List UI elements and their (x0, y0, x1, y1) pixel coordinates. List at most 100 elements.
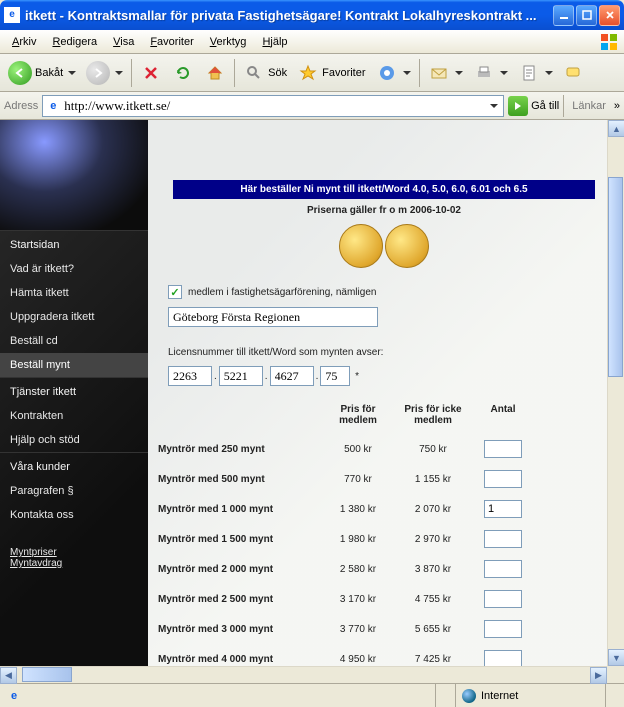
member-checkbox-label: medlem i fastighetsägarförening, nämlige… (188, 287, 376, 298)
price-date-label: Priserna gäller fr o m 2006-10-02 (158, 199, 607, 222)
go-arrow-icon (508, 96, 528, 116)
home-icon (204, 62, 226, 84)
toolbar: Bakåt Sök Favoriter (0, 54, 624, 92)
edit-button[interactable] (514, 60, 557, 86)
nav-item[interactable]: Paragrafen § (0, 479, 148, 503)
nav-head[interactable]: Våra kunder (0, 453, 148, 479)
chevron-down-icon (115, 71, 123, 75)
nav-item[interactable]: Kontrakten (0, 404, 148, 428)
license-part-1[interactable] (168, 366, 212, 386)
nav-item[interactable]: Kontakta oss (0, 503, 148, 527)
quantity-input[interactable] (484, 440, 522, 458)
menu-arkiv[interactable]: Arkiv (4, 33, 44, 51)
nav-item[interactable]: Hjälp och stöd (0, 428, 148, 452)
favorites-button[interactable]: Favoriter (293, 60, 369, 86)
nav-item[interactable]: Beställ mynt (0, 353, 148, 377)
member-price: 3 770 kr (323, 624, 393, 635)
menu-verktyg[interactable]: Verktyg (202, 33, 255, 51)
scroll-up-button[interactable]: ▲ (608, 120, 624, 137)
quantity-input[interactable] (484, 590, 522, 608)
minimize-button[interactable] (553, 5, 574, 26)
table-row: Myntrör med 4 000 mynt4 950 kr7 425 kr (158, 644, 607, 666)
scroll-right-button[interactable]: ▶ (590, 667, 607, 684)
back-button[interactable]: Bakåt (4, 59, 80, 87)
product-name: Myntrör med 1 500 mynt (158, 534, 323, 545)
refresh-button[interactable] (168, 60, 198, 86)
mail-icon (428, 62, 450, 84)
license-label: Licensnummer till itkett/Word som mynten… (168, 347, 383, 358)
search-button[interactable]: Sök (239, 60, 291, 86)
menu-favoriter[interactable]: Favoriter (142, 33, 201, 51)
forward-button[interactable] (82, 59, 127, 87)
print-button[interactable] (469, 60, 512, 86)
star-icon (297, 62, 319, 84)
links-chevron-icon[interactable]: » (614, 100, 620, 112)
quantity-input[interactable] (484, 650, 522, 666)
links-label[interactable]: Länkar (568, 100, 610, 112)
nonmember-price: 2 070 kr (393, 504, 473, 515)
scroll-thumb[interactable] (608, 177, 623, 377)
product-name: Myntrör med 4 000 mynt (158, 654, 323, 665)
menu-visa[interactable]: Visa (105, 33, 142, 51)
ie-page-icon: e (6, 688, 22, 704)
quantity-input[interactable] (484, 560, 522, 578)
nav-item[interactable]: Uppgradera itkett (0, 305, 148, 329)
viewport: StartsidanVad är itkett?Hämta itkettUppg… (0, 120, 624, 683)
scroll-left-button[interactable]: ◀ (0, 667, 17, 684)
horizontal-scrollbar[interactable]: ◀ ▶ (0, 666, 607, 683)
menu-hjälp[interactable]: Hjälp (254, 33, 295, 51)
nav-item[interactable]: Vad är itkett? (0, 257, 148, 281)
col-member-price: Pris för medlem (323, 404, 393, 426)
forward-arrow-icon (86, 61, 110, 85)
quantity-input[interactable] (484, 470, 522, 488)
license-part-4[interactable] (320, 366, 350, 386)
discuss-button[interactable] (559, 60, 589, 86)
stop-icon (140, 62, 162, 84)
quantity-input[interactable] (484, 530, 522, 548)
home-button[interactable] (200, 60, 230, 86)
address-input[interactable] (64, 98, 488, 114)
small-link[interactable]: Myntavdrag (10, 558, 62, 569)
license-part-2[interactable] (219, 366, 263, 386)
refresh-icon (172, 62, 194, 84)
member-org-input[interactable] (168, 307, 378, 327)
mail-button[interactable] (424, 60, 467, 86)
license-part-3[interactable] (270, 366, 314, 386)
maximize-button[interactable] (576, 5, 597, 26)
menu-redigera[interactable]: Redigera (44, 33, 105, 51)
print-icon (473, 62, 495, 84)
nav-item[interactable]: Beställ cd (0, 329, 148, 353)
media-button[interactable] (372, 60, 415, 86)
license-row: . . . * (168, 366, 600, 386)
nonmember-price: 750 kr (393, 444, 473, 455)
price-table: Pris för medlem Pris för icke medlem Ant… (158, 404, 607, 666)
member-price: 1 380 kr (323, 504, 393, 515)
edit-icon (518, 62, 540, 84)
nonmember-price: 4 755 kr (393, 594, 473, 605)
close-button[interactable] (599, 5, 620, 26)
vertical-scrollbar[interactable]: ▲ ▼ (607, 120, 624, 666)
main-content: Här beställer Ni mynt till itkett/Word 4… (148, 120, 607, 666)
member-checkbox[interactable]: ✓ (168, 285, 182, 299)
nav-head[interactable]: Startsidan (0, 231, 148, 257)
sidebar-hero-image (0, 120, 148, 230)
table-row: Myntrör med 2 500 mynt3 170 kr4 755 kr (158, 584, 607, 614)
go-button[interactable]: Gå till (508, 96, 559, 116)
member-price: 4 950 kr (323, 654, 393, 665)
nonmember-price: 1 155 kr (393, 474, 473, 485)
nonmember-price: 7 425 kr (393, 654, 473, 665)
title-bar: e itkett - Kontraktsmallar för privata F… (0, 0, 624, 30)
coins-image (158, 222, 607, 281)
address-input-wrap[interactable]: e (42, 95, 504, 117)
quantity-input[interactable] (484, 500, 522, 518)
small-link[interactable]: Myntpriser (10, 547, 57, 558)
sidebar: StartsidanVad är itkett?Hämta itkettUppg… (0, 120, 148, 666)
scroll-thumb[interactable] (22, 667, 72, 682)
nav-item[interactable]: Hämta itkett (0, 281, 148, 305)
nav-head[interactable]: Tjänster itkett (0, 378, 148, 404)
quantity-input[interactable] (484, 620, 522, 638)
scroll-down-button[interactable]: ▼ (608, 649, 624, 666)
product-name: Myntrör med 2 000 mynt (158, 564, 323, 575)
stop-button[interactable] (136, 60, 166, 86)
chevron-down-icon[interactable] (490, 104, 498, 108)
